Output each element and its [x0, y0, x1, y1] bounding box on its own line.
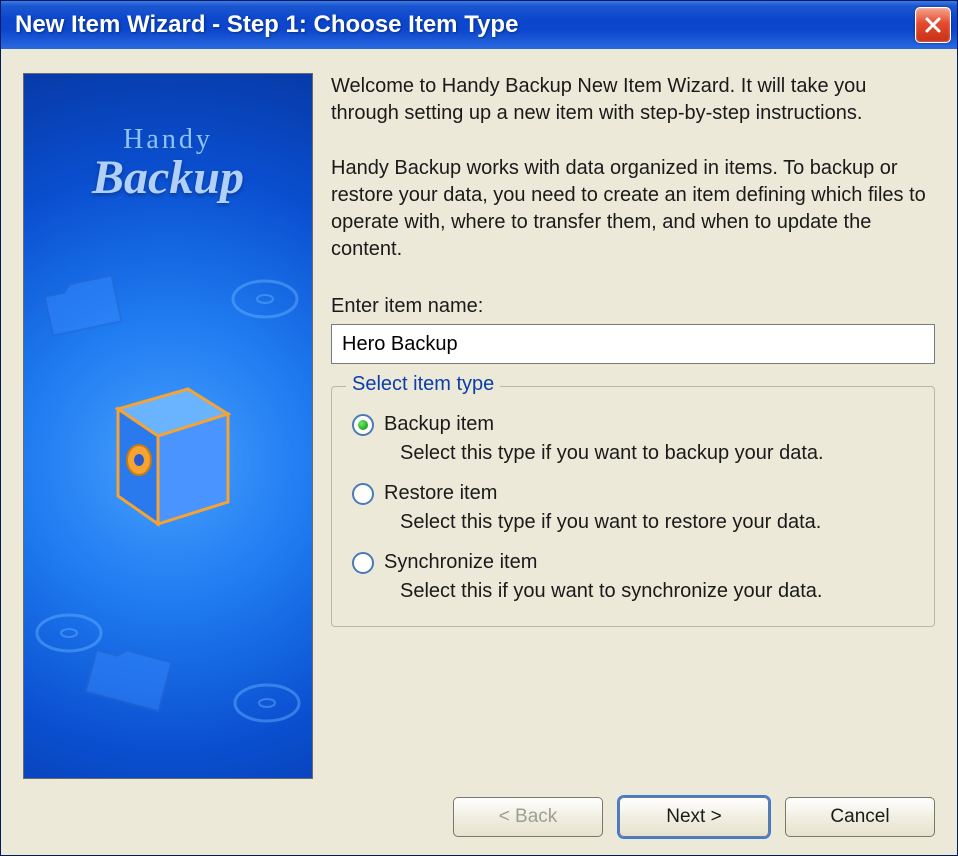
folder-icon	[37, 266, 128, 341]
wizard-window: New Item Wizard - Step 1: Choose Item Ty…	[0, 0, 958, 856]
disc-icon	[230, 274, 300, 324]
close-button[interactable]	[915, 7, 951, 43]
button-bar: < Back Next > Cancel	[23, 779, 935, 837]
description-text: Handy Backup works with data organized i…	[331, 155, 935, 263]
item-type-group: Select item type Backup item Select this…	[331, 386, 935, 627]
radio-icon	[352, 414, 374, 436]
main-column: Welcome to Handy Backup New Item Wizard.…	[331, 73, 935, 779]
wizard-body: Handy Backup	[1, 49, 957, 855]
window-title: New Item Wizard - Step 1: Choose Item Ty…	[15, 11, 915, 39]
sidebar-logo: Handy Backup	[24, 124, 312, 205]
content-row: Handy Backup	[23, 73, 935, 779]
radio-description: Select this if you want to synchronize y…	[400, 578, 914, 604]
radio-icon	[352, 552, 374, 574]
sidebar-graphic: Handy Backup	[23, 73, 313, 779]
radio-backup-item[interactable]: Backup item	[352, 413, 914, 436]
item-name-label: Enter item name:	[331, 295, 935, 318]
intro-text: Welcome to Handy Backup New Item Wizard.…	[331, 73, 935, 127]
close-icon	[924, 16, 942, 34]
radio-label: Backup item	[384, 413, 494, 436]
disc-icon	[34, 608, 104, 658]
cancel-button[interactable]: Cancel	[785, 797, 935, 837]
titlebar: New Item Wizard - Step 1: Choose Item Ty…	[1, 1, 957, 49]
radio-label: Synchronize item	[384, 551, 537, 574]
radio-description: Select this type if you want to backup y…	[400, 440, 914, 466]
radio-description: Select this type if you want to restore …	[400, 509, 914, 535]
radio-label: Restore item	[384, 482, 497, 505]
radio-synchronize-item[interactable]: Synchronize item	[352, 551, 914, 574]
safe-icon	[93, 374, 243, 534]
back-button[interactable]: < Back	[453, 797, 603, 837]
radio-restore-item[interactable]: Restore item	[352, 482, 914, 505]
sidebar-logo-top: Handy	[24, 124, 312, 156]
item-name-input[interactable]	[331, 324, 935, 364]
next-button[interactable]: Next >	[619, 797, 769, 837]
disc-icon	[232, 678, 302, 728]
radio-icon	[352, 483, 374, 505]
sidebar-logo-bottom: Backup	[24, 150, 312, 205]
group-legend: Select item type	[346, 373, 500, 396]
